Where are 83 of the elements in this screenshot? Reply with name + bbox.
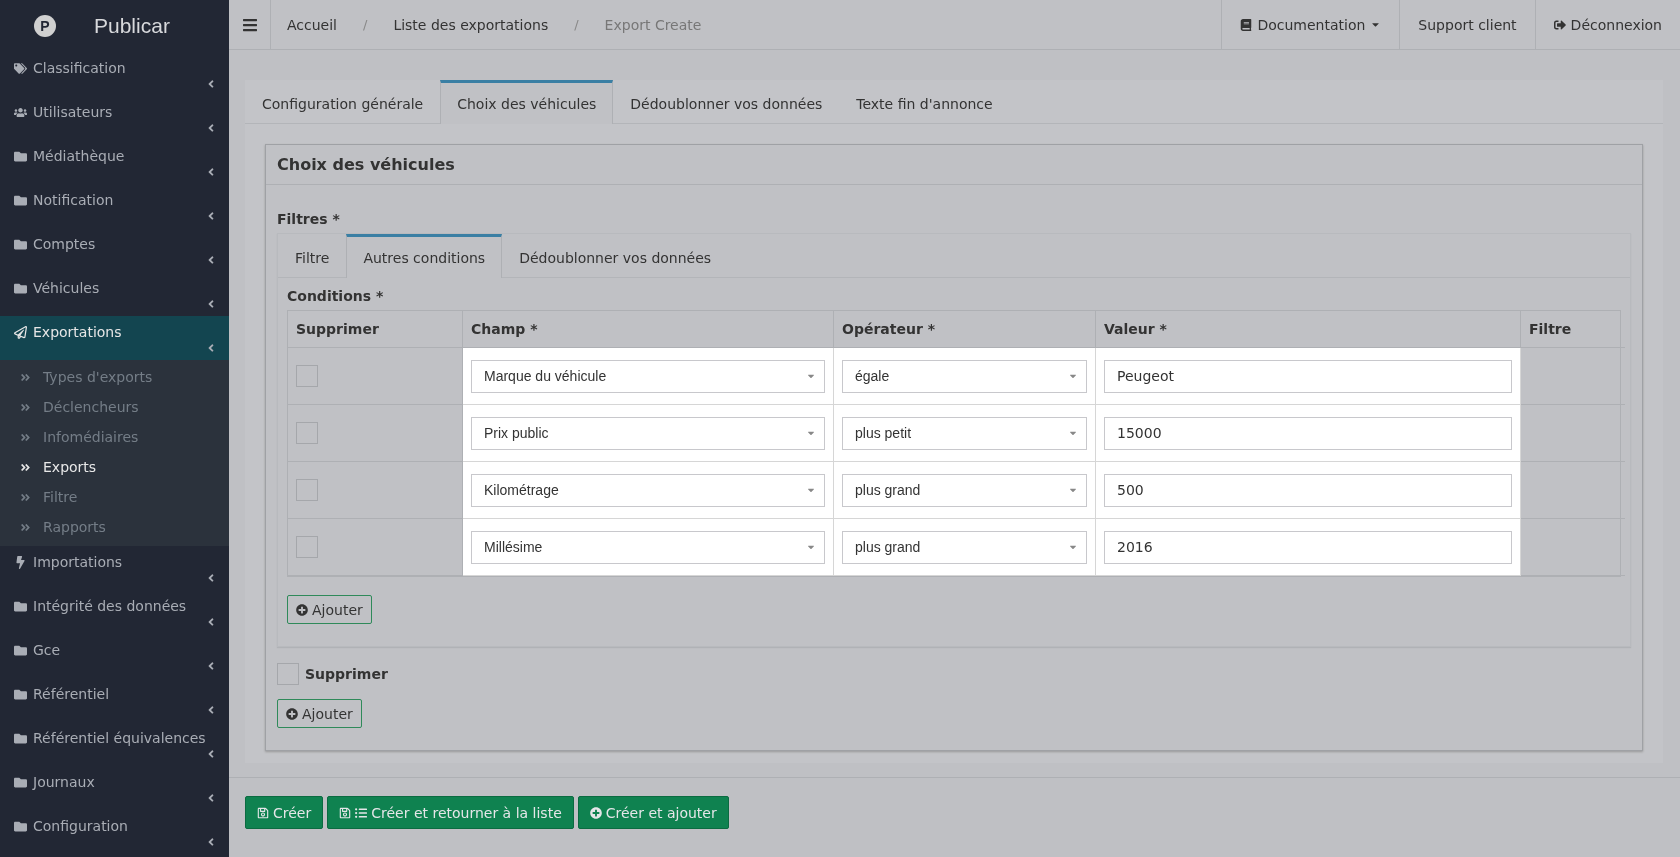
sidebar-item[interactable]: Notification xyxy=(0,184,229,228)
logo-icon: P xyxy=(34,15,56,37)
users-icon xyxy=(14,105,27,119)
tab[interactable]: Configuration générale xyxy=(245,80,441,124)
checkbox[interactable] xyxy=(296,536,318,558)
brand-name: Publicar xyxy=(94,14,170,38)
folder-icon xyxy=(14,687,27,701)
submit-button[interactable]: Créer et retourner à la liste xyxy=(327,796,574,829)
select-field[interactable]: Millésime xyxy=(471,530,825,564)
select-field[interactable]: plus grand xyxy=(842,473,1087,507)
tags-icon xyxy=(14,61,27,75)
sidebar-item[interactable]: Exportations xyxy=(0,316,229,360)
panel-title: Choix des véhicules xyxy=(266,145,1642,185)
book-icon xyxy=(1240,18,1253,31)
filters-label: Filtres * xyxy=(277,211,341,227)
top-link[interactable]: Documentation xyxy=(1221,0,1400,49)
double-chevron-icon xyxy=(20,371,31,383)
folder-icon xyxy=(14,149,27,163)
checkbox[interactable] xyxy=(296,422,318,444)
tab[interactable]: Dédoublonner vos données xyxy=(613,80,840,124)
folder-icon xyxy=(14,281,27,295)
sidebar-item[interactable]: Journaux xyxy=(0,766,229,810)
tab[interactable]: Autres conditions xyxy=(346,234,503,278)
folder-icon xyxy=(14,237,27,251)
tab[interactable]: Choix des véhicules xyxy=(440,80,614,124)
tab[interactable]: Texte fin d'annonce xyxy=(839,80,1010,124)
sidebar-item[interactable]: Gce xyxy=(0,634,229,678)
folder-icon xyxy=(14,775,27,789)
sidebar-item[interactable]: Classification xyxy=(0,52,229,96)
submit-button[interactable]: Créer xyxy=(245,796,324,829)
checkbox-label: Supprimer xyxy=(305,666,388,682)
sidebar-item[interactable]: Importations xyxy=(0,546,229,590)
menu-icon xyxy=(241,16,258,33)
input-field[interactable]: 500 xyxy=(1104,473,1512,507)
sidebar-item[interactable]: Utilisateurs xyxy=(0,96,229,140)
sidebar-item[interactable]: Configuration xyxy=(0,810,229,854)
double-chevron-icon xyxy=(20,431,31,443)
conditions-label: Conditions * xyxy=(287,288,385,304)
double-chevron-icon xyxy=(20,521,31,533)
sidebar-item[interactable]: Comptes xyxy=(0,228,229,272)
add-button[interactable]: Ajouter xyxy=(277,699,362,728)
input-field[interactable]: 15000 xyxy=(1104,416,1512,450)
paper-plane-icon xyxy=(14,325,27,339)
breadcrumb-link[interactable]: Accueil xyxy=(287,16,337,33)
sidebar-item[interactable]: Référentiel xyxy=(0,678,229,722)
breadcrumb-separator: / xyxy=(573,17,580,32)
input-field[interactable]: Peugeot xyxy=(1104,359,1512,393)
select-field[interactable]: égale xyxy=(842,359,1087,393)
folder-icon xyxy=(14,819,27,833)
checkbox[interactable] xyxy=(277,663,299,685)
tab[interactable]: Dédoublonner vos données xyxy=(502,234,729,278)
sidebar-item[interactable]: Médiathèque xyxy=(0,140,229,184)
top-link[interactable]: Support client xyxy=(1399,0,1535,49)
add-button[interactable]: Ajouter xyxy=(287,595,372,624)
folder-icon xyxy=(14,643,27,657)
folder-icon xyxy=(14,599,27,613)
select-field[interactable]: plus petit xyxy=(842,416,1087,450)
input-field[interactable]: 2016 xyxy=(1104,530,1512,564)
folder-icon xyxy=(14,193,27,207)
checkbox[interactable] xyxy=(296,479,318,501)
select-field[interactable]: plus grand xyxy=(842,530,1087,564)
breadcrumb-link[interactable]: Liste des exportations xyxy=(393,16,549,33)
submit-button[interactable]: Créer et ajouter xyxy=(577,796,729,829)
column-header: Supprimer xyxy=(288,311,463,348)
double-chevron-icon xyxy=(20,491,31,503)
double-chevron-icon xyxy=(20,461,31,473)
select-field[interactable]: Prix public xyxy=(471,416,825,450)
double-chevron-icon xyxy=(20,401,31,413)
select-field[interactable]: Marque du véhicule xyxy=(471,359,825,393)
list-icon xyxy=(355,806,368,819)
select-field[interactable]: Kilométrage xyxy=(471,473,825,507)
sidebar-item[interactable]: Véhicules xyxy=(0,272,229,316)
folder-icon xyxy=(14,731,27,745)
checkbox[interactable] xyxy=(296,365,318,387)
submenu-item[interactable]: Exports xyxy=(0,452,229,482)
tab[interactable]: Filtre xyxy=(278,234,347,278)
bolt-icon xyxy=(14,555,27,569)
sign-out-icon xyxy=(1553,18,1566,31)
breadcrumb-separator: / xyxy=(362,17,369,32)
top-link[interactable]: Déconnexion xyxy=(1534,0,1680,49)
column-header: Filtre xyxy=(1521,311,1625,348)
sidebar-item[interactable]: Intégrité des données xyxy=(0,590,229,634)
sidebar-item[interactable]: Référentiel équivalences xyxy=(0,722,229,766)
